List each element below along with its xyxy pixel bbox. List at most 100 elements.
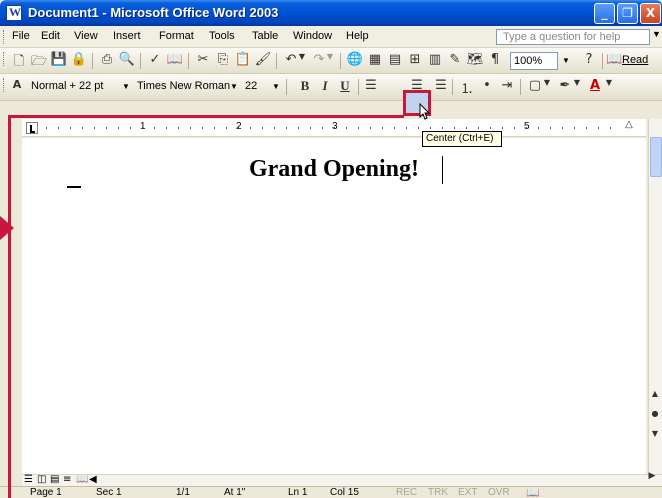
menu-window[interactable]: Window (293, 30, 332, 42)
help-dropdown-icon[interactable]: ▼ (652, 29, 661, 39)
formatting-toolbar-grip[interactable] (3, 78, 6, 92)
menu-help[interactable]: Help (346, 30, 369, 42)
center-tooltip: Center (Ctrl+E) (422, 131, 502, 147)
font-size-dropdown-icon[interactable]: ▼ (270, 78, 282, 96)
permission-icon[interactable]: 🔒 (70, 52, 88, 70)
menu-edit[interactable]: Edit (41, 30, 60, 42)
vertical-scroll-thumb[interactable] (650, 137, 662, 177)
align-left-icon[interactable]: ☰ (362, 78, 380, 96)
zoom-dropdown-icon[interactable]: ▼ (560, 52, 572, 70)
border-dropdown-icon[interactable]: ▼ (542, 78, 552, 96)
numbering-icon[interactable]: ⒈ (458, 78, 476, 97)
font-dropdown-icon[interactable]: ▼ (228, 78, 240, 96)
help-icon[interactable]: ? (580, 52, 598, 70)
bold-button[interactable]: B (296, 78, 314, 96)
font-size-select[interactable]: 22 (242, 78, 272, 96)
research-icon[interactable]: 📖 (166, 52, 184, 70)
print-preview-icon[interactable]: 🔍 (118, 52, 136, 70)
spelling-icon[interactable]: ✓ (146, 52, 164, 70)
redo-dropdown-icon[interactable]: ▼ (325, 52, 335, 70)
cut-icon[interactable]: ✂ (194, 52, 212, 70)
menu-tools[interactable]: Tools (209, 30, 235, 42)
align-center-icon[interactable]: ☰ (408, 78, 426, 96)
reading-layout-icon[interactable]: 📖 (76, 474, 88, 485)
horizontal-ruler[interactable]: 1 2 3 5 △ (22, 119, 646, 137)
outline-view-icon[interactable]: ≡ (63, 474, 75, 485)
toolbar-separator (358, 79, 359, 95)
copy-icon[interactable]: ⎘ (214, 52, 232, 70)
menu-format[interactable]: Format (159, 30, 194, 42)
standard-toolbar-grip[interactable] (3, 52, 6, 66)
title-bar: Document1 - Microsoft Office Word 2003 _… (0, 0, 662, 26)
vertical-scrollbar[interactable]: ▲ ● ▼ (648, 119, 662, 474)
increase-indent-icon[interactable]: ⇥ (498, 78, 516, 96)
style-dropdown-icon[interactable]: ▼ (120, 78, 132, 96)
ruler-tick (610, 127, 611, 129)
hyperlink-icon[interactable]: 🌐 (346, 52, 364, 70)
select-browse-object-icon[interactable]: ▲ (649, 389, 661, 407)
zoom-select[interactable]: 100% (510, 52, 558, 70)
ruler-tick (58, 127, 59, 129)
font-color-icon[interactable]: A (586, 78, 604, 96)
minimize-button[interactable]: _ (594, 3, 615, 24)
document-heading[interactable]: Grand Opening! (22, 156, 646, 183)
normal-view-icon[interactable]: ☰ (24, 474, 36, 485)
ruler-tick (106, 127, 107, 129)
highlight-dropdown-icon[interactable]: ▼ (572, 78, 582, 96)
insert-excel-icon[interactable]: ⊞ (406, 52, 424, 70)
tables-borders-icon[interactable]: ▦ (366, 52, 384, 70)
toolbar-separator (452, 79, 453, 95)
font-color-dropdown-icon[interactable]: ▼ (604, 78, 614, 96)
new-document-icon[interactable]: 🗋 (10, 52, 28, 70)
menu-table[interactable]: Table (252, 30, 278, 42)
menu-view[interactable]: View (74, 30, 98, 42)
ruler-tick (298, 127, 299, 129)
web-layout-icon[interactable]: ◫ (37, 474, 49, 485)
print-layout-icon[interactable]: ▤ (50, 474, 62, 485)
status-ext[interactable]: EXT (458, 487, 477, 498)
horizontal-scrollbar[interactable]: ▶ (22, 471, 662, 486)
drawing-icon[interactable]: ✎ (446, 52, 464, 70)
ruler-tick (118, 127, 119, 129)
paste-icon[interactable]: 📋 (234, 52, 252, 70)
show-hide-icon[interactable]: ¶ (486, 52, 504, 70)
close-button[interactable]: X (640, 3, 661, 24)
undo-dropdown-icon[interactable]: ▼ (297, 52, 307, 70)
scroll-left-icon[interactable]: ◀ (89, 474, 101, 485)
font-select[interactable]: Times New Roman (134, 78, 230, 96)
italic-button[interactable]: I (316, 78, 334, 96)
format-painter-icon[interactable]: 🖌 (254, 52, 272, 70)
bullets-icon[interactable]: • (478, 78, 496, 96)
status-page: Page 1 (30, 487, 62, 498)
status-trk[interactable]: TRK (428, 487, 448, 498)
status-rec[interactable]: REC (396, 487, 417, 498)
insert-table-icon[interactable]: ▤ (386, 52, 404, 70)
ruler-tick (322, 127, 323, 129)
underline-button[interactable]: U (336, 78, 354, 96)
align-right-icon[interactable]: ☰ (432, 78, 450, 96)
styles-formatting-icon[interactable]: A (8, 78, 26, 96)
next-page-icon[interactable]: ▼ (649, 429, 661, 447)
spelling-status-icon[interactable]: 📖 (526, 487, 540, 498)
menu-bar: File Edit View Insert Format Tools Table… (0, 26, 662, 48)
help-search-input[interactable]: Type a question for help (496, 29, 650, 45)
menu-insert[interactable]: Insert (113, 30, 141, 42)
read-button[interactable]: Read (622, 54, 648, 66)
status-ovr[interactable]: OVR (488, 487, 510, 498)
right-indent-icon[interactable]: △ (620, 119, 638, 136)
print-icon[interactable]: ⎙ (98, 52, 116, 70)
browse-object-icon[interactable]: ● (649, 409, 661, 427)
style-select[interactable]: Normal + 22 pt (28, 78, 120, 96)
save-icon[interactable]: 💾 (50, 52, 68, 70)
columns-icon[interactable]: ▥ (426, 52, 444, 70)
open-folder-icon[interactable]: 🗁 (30, 52, 48, 70)
word-app-icon[interactable] (6, 5, 22, 21)
ruler-tick (70, 127, 71, 129)
read-icon[interactable]: 📖 (606, 52, 622, 70)
menu-file[interactable]: File (12, 30, 30, 42)
tab-stop-icon[interactable] (26, 122, 38, 134)
menu-grip[interactable] (3, 30, 6, 44)
document-page[interactable]: Grand Opening! (22, 138, 646, 474)
restore-button[interactable]: ❐ (617, 3, 638, 24)
document-map-icon[interactable]: 🗺 (466, 52, 484, 70)
